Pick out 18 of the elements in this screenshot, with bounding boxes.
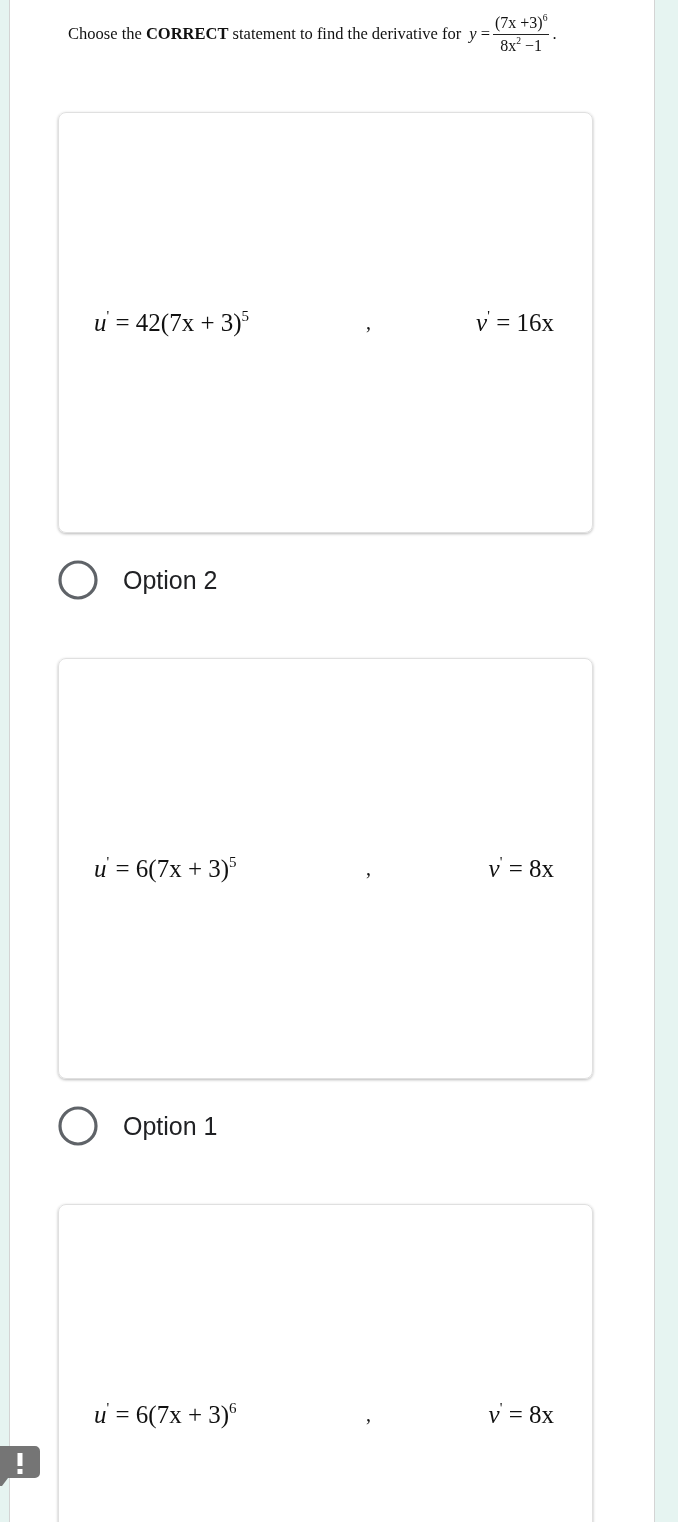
question-text: Choose the CORRECT statement to find the derivative for: [68, 24, 462, 44]
derivative-formula: u$^{'}$ = 6(7x + 3)$^{5}$: [94, 854, 238, 883]
sentence-period: .: [552, 24, 557, 44]
comma-separator: ,: [366, 857, 372, 880]
derivative-formula: v$^{'}$ = 16x: [476, 308, 554, 337]
formula-lhs: y =: [469, 24, 490, 44]
option-label[interactable]: Option 2: [123, 565, 218, 595]
fraction-denominator: 8x$^{2}$ −1: [500, 34, 543, 55]
fraction-numerator: (7x +3)$^{6}$: [492, 13, 550, 35]
option-label[interactable]: Option 1: [123, 1111, 218, 1141]
radio-button[interactable]: [58, 560, 98, 600]
derivative-formula: v$^{'}$ = 8x: [488, 1400, 554, 1429]
comma-separator: ,: [366, 1403, 372, 1426]
radio-button[interactable]: [58, 1106, 98, 1146]
comma-separator: ,: [366, 311, 372, 334]
derivative-formula: u$^{'}$ = 42(7x + 3)$^{5}$: [94, 308, 251, 337]
derivative-formula: v$^{'}$ = 8x: [488, 854, 554, 883]
derivative-formula: u$^{'}$ = 6(7x + 3)$^{6}$: [94, 1400, 238, 1429]
